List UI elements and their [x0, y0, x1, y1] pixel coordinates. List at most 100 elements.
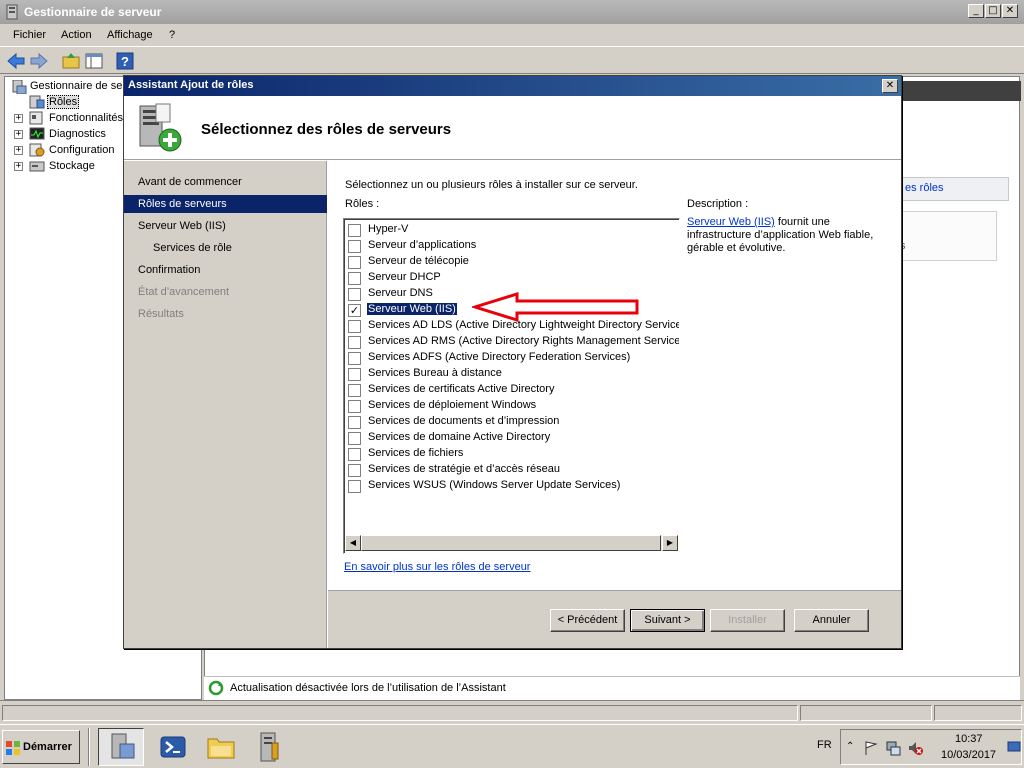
- show-desktop-icon[interactable]: [1007, 741, 1021, 753]
- wizard-header: Sélectionnez des rôles de serveurs: [124, 96, 901, 160]
- tree-item-configuration[interactable]: Configuration: [49, 144, 114, 156]
- task-powershell[interactable]: [150, 728, 196, 766]
- role-item[interactable]: Services WSUS (Windows Server Update Ser…: [348, 478, 679, 494]
- menu-action[interactable]: Action: [61, 29, 92, 41]
- role-item[interactable]: Services de documents et d’impression: [348, 414, 679, 430]
- role-item[interactable]: Services de déploiement Windows: [348, 398, 679, 414]
- step-roles-de-serveurs[interactable]: Rôles de serveurs: [124, 195, 327, 213]
- tree-root[interactable]: Gestionnaire de ser: [30, 80, 126, 92]
- tree-item-diagnostics[interactable]: Diagnostics: [49, 128, 106, 140]
- forward-arrow-icon[interactable]: [29, 51, 49, 71]
- role-item[interactable]: Services de stratégie et d’accès réseau: [348, 462, 679, 478]
- storage-icon: [29, 161, 45, 172]
- role-checkbox[interactable]: [348, 384, 361, 397]
- role-checkbox[interactable]: [348, 400, 361, 413]
- clock-date[interactable]: 10/03/2017: [941, 749, 996, 761]
- start-button[interactable]: Démarrer: [2, 730, 80, 764]
- notification-area: ⌃ 10:37 10/03/2017: [840, 729, 1022, 765]
- show-hide-console-tree-icon[interactable]: [84, 51, 104, 71]
- windows-logo-icon: [6, 741, 20, 755]
- role-checkbox[interactable]: [348, 368, 361, 381]
- step-confirmation[interactable]: Confirmation: [124, 261, 327, 279]
- start-label: Démarrer: [23, 741, 72, 753]
- task-server-tools[interactable]: [246, 728, 292, 766]
- action-center-flag-icon[interactable]: [863, 740, 879, 756]
- tree-item-features[interactable]: Fonctionnalités: [49, 112, 123, 124]
- up-folder-icon[interactable]: [61, 51, 81, 71]
- role-item[interactable]: Serveur d’applications: [348, 238, 679, 254]
- toolbar: ?: [0, 46, 1024, 74]
- expand-toggle[interactable]: +: [14, 162, 23, 171]
- status-area: Actualisation désactivée lors de l’utili…: [204, 676, 1020, 700]
- menu-affichage[interactable]: Affichage: [107, 29, 153, 41]
- role-item[interactable]: Services de fichiers: [348, 446, 679, 462]
- expand-toggle[interactable]: +: [14, 146, 23, 155]
- role-item[interactable]: Services de certificats Active Directory: [348, 382, 679, 398]
- dialog-close-button[interactable]: ✕: [882, 79, 898, 93]
- step-serveur-web-iis[interactable]: Serveur Web (IIS): [124, 217, 327, 235]
- menu-fichier[interactable]: Fichier: [13, 29, 46, 41]
- role-checkbox[interactable]: [348, 352, 361, 365]
- taskbar-separator: [88, 728, 90, 766]
- role-checkbox[interactable]: [348, 272, 361, 285]
- role-item[interactable]: Serveur DHCP: [348, 270, 679, 286]
- back-arrow-icon[interactable]: [6, 51, 26, 71]
- language-indicator[interactable]: FR: [817, 739, 832, 751]
- expand-toggle[interactable]: +: [14, 130, 23, 139]
- wizard-heading: Sélectionnez des rôles de serveurs: [201, 121, 452, 138]
- role-item[interactable]: Services AD RMS (Active Directory Rights…: [348, 334, 679, 350]
- network-icon[interactable]: [885, 740, 901, 756]
- task-explorer[interactable]: [198, 728, 244, 766]
- refresh-status-text: Actualisation désactivée lors de l’utili…: [230, 682, 506, 694]
- next-button[interactable]: Suivant >: [630, 609, 705, 632]
- tree-item-storage[interactable]: Stockage: [49, 160, 95, 172]
- role-checkbox-checked[interactable]: ✓: [348, 304, 361, 317]
- previous-button[interactable]: < Précédent: [550, 609, 625, 632]
- role-checkbox[interactable]: [348, 256, 361, 269]
- role-checkbox[interactable]: [348, 320, 361, 333]
- role-item[interactable]: Hyper-V: [348, 222, 679, 238]
- scroll-right-icon[interactable]: ▶: [662, 535, 678, 551]
- description-label: Description :: [687, 198, 749, 210]
- task-server-manager[interactable]: [98, 728, 144, 766]
- role-checkbox[interactable]: [348, 448, 361, 461]
- step-avant-de-commencer[interactable]: Avant de commencer: [124, 173, 327, 191]
- red-annotation-arrow-icon: [472, 292, 639, 322]
- role-checkbox[interactable]: [348, 416, 361, 429]
- maximize-button[interactable]: □: [985, 4, 1001, 18]
- configuration-icon: [29, 143, 45, 157]
- horizontal-scrollbar[interactable]: ◀ ▶: [345, 535, 678, 551]
- role-item[interactable]: Services ADFS (Active Directory Federati…: [348, 350, 679, 366]
- dialog-title: Assistant Ajout de rôles: [128, 79, 254, 91]
- learn-more-link[interactable]: En savoir plus sur les rôles de serveur: [344, 561, 530, 573]
- roles-icon: [29, 95, 45, 109]
- description-link[interactable]: Serveur Web (IIS): [687, 216, 775, 228]
- clock-time[interactable]: 10:37: [955, 733, 983, 745]
- role-checkbox[interactable]: [348, 336, 361, 349]
- minimize-button[interactable]: _: [968, 4, 984, 18]
- expand-toggle[interactable]: +: [14, 114, 23, 123]
- role-checkbox[interactable]: [348, 432, 361, 445]
- step-services-de-role[interactable]: Services de rôle: [124, 239, 327, 257]
- role-checkbox[interactable]: [348, 224, 361, 237]
- dialog-title-bar: Assistant Ajout de rôles ✕: [124, 76, 901, 96]
- role-item[interactable]: Services de domaine Active Directory: [348, 430, 679, 446]
- role-item[interactable]: Services Bureau à distance: [348, 366, 679, 382]
- menu-help[interactable]: ?: [169, 29, 175, 41]
- role-checkbox[interactable]: [348, 288, 361, 301]
- close-window-button[interactable]: ✕: [1002, 4, 1018, 18]
- scroll-left-icon[interactable]: ◀: [345, 535, 361, 551]
- roles-link-fragment[interactable]: es rôles: [905, 182, 944, 194]
- roles-checklist: Hyper-V Serveur d’applications Serveur d…: [343, 218, 680, 554]
- help-icon[interactable]: ?: [115, 51, 135, 71]
- cancel-button[interactable]: Annuler: [794, 609, 869, 632]
- volume-muted-icon[interactable]: [907, 740, 923, 756]
- tree-item-roles[interactable]: Rôles: [47, 95, 80, 109]
- role-checkbox[interactable]: [348, 464, 361, 477]
- show-hidden-icons-chevron-icon[interactable]: ⌃: [846, 741, 854, 752]
- server-manager-icon: [111, 733, 135, 759]
- scroll-thumb[interactable]: [361, 535, 661, 551]
- role-item[interactable]: Serveur de télécopie: [348, 254, 679, 270]
- role-checkbox[interactable]: [348, 480, 361, 493]
- role-checkbox[interactable]: [348, 240, 361, 253]
